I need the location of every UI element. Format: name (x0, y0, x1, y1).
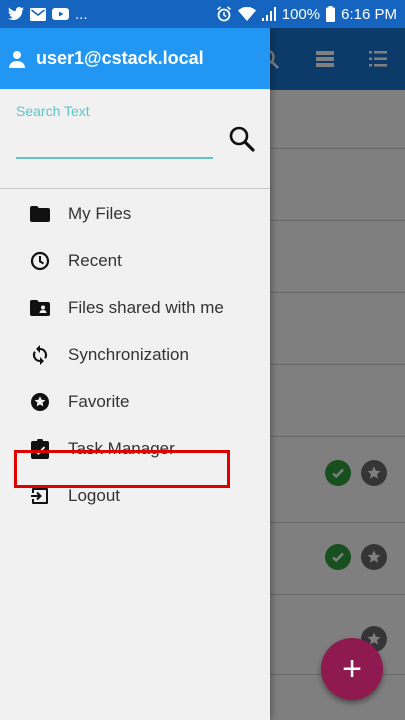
plus-icon: + (342, 649, 362, 688)
menu-item-label: Files shared with me (68, 297, 224, 317)
more-notifications: ... (75, 5, 88, 23)
menu-item-logout[interactable]: Logout (0, 472, 270, 519)
menu-item-my-files[interactable]: My Files (0, 190, 270, 237)
menu-item-recent[interactable]: Recent (0, 237, 270, 284)
shared-folder-icon (30, 298, 50, 318)
drawer-menu: My Files Recent Files shared with me Syn… (0, 190, 270, 519)
navigation-drawer: user1@cstack.local Search Text My Files … (0, 28, 270, 720)
drawer-header: user1@cstack.local (0, 28, 270, 89)
alarm-icon (216, 6, 232, 22)
search-button[interactable] (228, 125, 256, 153)
search-input[interactable] (16, 127, 213, 159)
menu-item-task-manager[interactable]: Task Manager (0, 425, 270, 472)
signal-icon (261, 7, 276, 21)
menu-item-label: Logout (68, 485, 120, 505)
menu-item-shared-with-me[interactable]: Files shared with me (0, 284, 270, 331)
menu-item-label: My Files (68, 203, 132, 223)
youtube-icon (52, 8, 69, 20)
search-label: Search Text (16, 103, 90, 119)
menu-item-synchronization[interactable]: Synchronization (0, 331, 270, 378)
add-button[interactable]: + (321, 638, 383, 700)
battery-icon (326, 6, 336, 22)
search-section: Search Text (0, 89, 270, 189)
menu-item-label: Recent (68, 250, 122, 270)
folder-icon (30, 204, 50, 224)
battery-percent: 100% (281, 5, 321, 23)
menu-item-label: Synchronization (68, 344, 189, 364)
user-icon (8, 50, 26, 68)
menu-item-label: Task Manager (68, 438, 175, 458)
account-email: user1@cstack.local (36, 48, 204, 68)
menu-item-label: Favorite (68, 391, 130, 411)
star-icon (30, 392, 50, 412)
clock-time: 6:16 PM (341, 5, 397, 23)
sync-icon (30, 344, 50, 365)
clipboard-check-icon (30, 438, 50, 459)
mail-icon (30, 7, 46, 21)
search-icon (229, 126, 255, 152)
wifi-icon (237, 7, 256, 21)
twitter-icon (8, 7, 24, 21)
clock-icon (30, 251, 50, 271)
logout-icon (30, 486, 50, 506)
menu-item-favorite[interactable]: Favorite (0, 378, 270, 425)
status-bar: ... 100% 6:16 PM (0, 0, 405, 28)
